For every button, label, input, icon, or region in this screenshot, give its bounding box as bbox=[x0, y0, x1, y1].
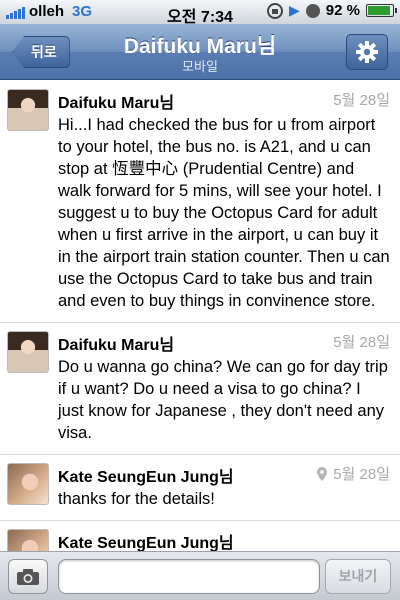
gear-icon bbox=[356, 41, 378, 63]
camera-icon bbox=[17, 568, 39, 585]
avatar[interactable] bbox=[7, 529, 49, 551]
message-date: 5월 28일 bbox=[317, 463, 390, 484]
avatar[interactable] bbox=[7, 463, 49, 505]
message-date-text: 5월 28일 bbox=[333, 334, 390, 351]
message-date-text: 5월 28일 bbox=[333, 466, 390, 483]
message-text: Do u wanna go china? We can go for day t… bbox=[58, 358, 388, 442]
message-input[interactable] bbox=[58, 559, 320, 594]
message-item[interactable]: Daifuku Maru님 5월 28일 Hi...I had checked … bbox=[0, 81, 400, 323]
avatar[interactable] bbox=[7, 89, 49, 131]
avatar[interactable] bbox=[7, 331, 49, 373]
battery-icon bbox=[366, 4, 397, 17]
battery-fill bbox=[368, 6, 390, 15]
message-text: thanks for the details! bbox=[58, 490, 215, 508]
battery-percent: 92 % bbox=[325, 2, 360, 19]
message-date: 5월 28일 bbox=[333, 89, 390, 110]
status-bar: olleh 3G 오전 7:34 ▶ 92 % bbox=[0, 0, 400, 26]
message-list[interactable]: Daifuku Maru님 5월 28일 Hi...I had checked … bbox=[0, 81, 400, 551]
message-date: 5월 28일 bbox=[333, 331, 390, 352]
location-services-icon: ▶ bbox=[289, 2, 300, 18]
alarm-icon bbox=[305, 3, 320, 18]
back-button[interactable]: 뒤로 bbox=[12, 36, 70, 68]
rotation-lock-icon bbox=[267, 2, 284, 19]
compose-bar: 보내기 bbox=[0, 551, 400, 600]
message-item[interactable]: Daifuku Maru님 5월 28일 Do u wanna go china… bbox=[0, 323, 400, 455]
camera-button[interactable] bbox=[8, 559, 48, 594]
message-text: Hi...I had checked the bus for u from ai… bbox=[58, 116, 390, 310]
status-bar-right: ▶ 92 % bbox=[267, 2, 397, 19]
location-pin-icon[interactable] bbox=[317, 466, 328, 481]
navigation-bar: 뒤로 Daifuku Maru님 모바일 bbox=[0, 24, 400, 80]
settings-button[interactable] bbox=[346, 34, 388, 70]
message-sender[interactable]: Kate SeungEun Jung님 bbox=[58, 529, 390, 551]
message-item[interactable]: Kate SeungEun Jung님 bbox=[0, 521, 400, 551]
page-subtitle: 모바일 bbox=[182, 59, 218, 74]
message-item[interactable]: Kate SeungEun Jung님 5월 28일 thanks for th… bbox=[0, 455, 400, 521]
send-button[interactable]: 보내기 bbox=[325, 559, 391, 594]
message-date-text: 5월 28일 bbox=[333, 92, 390, 109]
